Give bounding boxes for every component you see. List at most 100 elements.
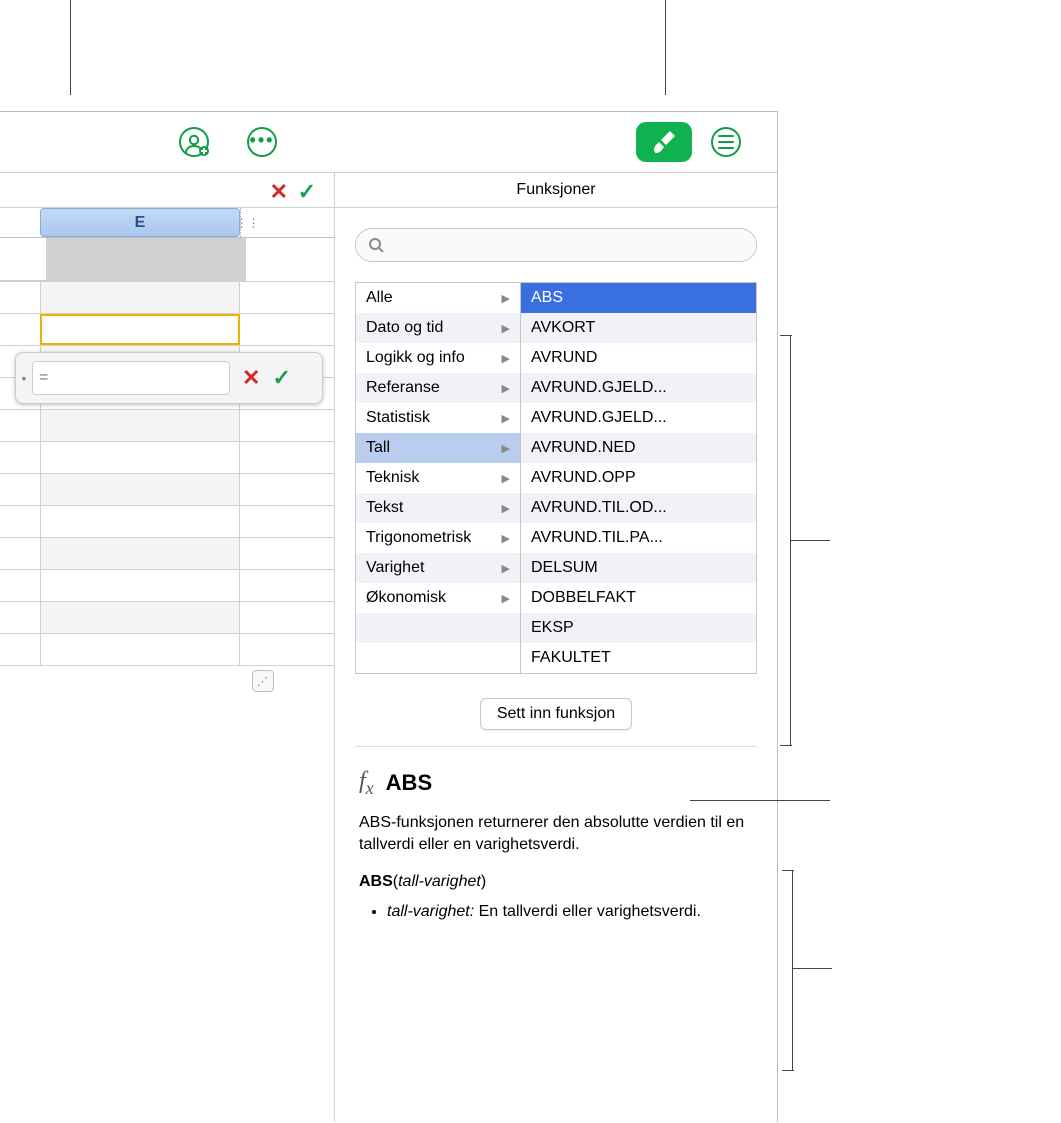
function-label: AVRUND.TIL.OD... (531, 499, 667, 517)
formula-prefix: = (39, 369, 48, 387)
function-item[interactable]: AVRUND (521, 343, 756, 373)
drag-handle-icon[interactable]: • (16, 370, 32, 386)
function-item[interactable]: DOBBELFAKT (521, 583, 756, 613)
function-label: AVRUND.OPP (531, 469, 636, 487)
category-item[interactable]: Trigonometrisk ▶ (356, 523, 520, 553)
help-argument: tall-varighet: En tallverdi eller varigh… (387, 901, 753, 923)
function-item[interactable]: AVKORT (521, 313, 756, 343)
column-resize-handle[interactable]: ⋮⋮ (240, 208, 254, 237)
category-item[interactable]: Dato og tid▶ (356, 313, 520, 343)
category-item[interactable]: Teknisk▶ (356, 463, 520, 493)
table-row[interactable] (0, 538, 334, 570)
function-label: AVRUND.GJELD... (531, 379, 667, 397)
function-item[interactable]: AVRUND.GJELD... (521, 403, 756, 433)
function-label: ABS (531, 289, 563, 307)
functions-search-input[interactable] (392, 237, 744, 254)
table-resize-handle[interactable]: ⋰ (252, 670, 274, 692)
chevron-right-icon: ▶ (502, 412, 510, 425)
collaborate-button[interactable] (178, 126, 210, 158)
callout-line-format-button (665, 0, 666, 95)
function-item[interactable]: AVRUND.TIL.PA... (521, 523, 756, 553)
table-row[interactable] (0, 282, 334, 314)
category-item[interactable]: Logikk og info▶ (356, 343, 520, 373)
formula-cancel-button[interactable]: ✕ (242, 365, 260, 391)
formula-bar-accept-button[interactable]: ✓ (298, 179, 316, 205)
function-label: AVRUND.TIL.PA... (531, 529, 663, 547)
table-row[interactable] (0, 602, 334, 634)
table-row[interactable] (0, 238, 334, 282)
table-row[interactable] (0, 506, 334, 538)
callout-line-formula-editor (70, 0, 71, 95)
search-icon (368, 237, 384, 253)
column-header-E[interactable]: E (40, 208, 240, 237)
function-label: DELSUM (531, 559, 598, 577)
category-label: Teknisk (366, 469, 419, 487)
callout-line (792, 870, 793, 1070)
more-button[interactable]: ••• (246, 126, 278, 158)
fx-icon: fx (359, 765, 374, 800)
category-item[interactable]: Tekst ▶ (356, 493, 520, 523)
help-argument-list: tall-varighet: En tallverdi eller varigh… (359, 901, 753, 923)
function-item[interactable]: ABS (521, 283, 756, 313)
formula-bar-cancel-button[interactable]: ✕ (270, 179, 288, 205)
function-label: DOBBELFAKT (531, 589, 636, 607)
function-item[interactable]: AVRUND.NED (521, 433, 756, 463)
category-label: Alle (366, 289, 393, 307)
function-item[interactable]: DELSUM (521, 553, 756, 583)
table-row[interactable] (0, 474, 334, 506)
function-label: AVRUND.GJELD... (531, 409, 667, 427)
collaborate-icon (179, 127, 209, 157)
formula-input[interactable]: = (32, 361, 230, 395)
function-label: AVKORT (531, 319, 595, 337)
table-row[interactable] (0, 410, 334, 442)
table-row-selected[interactable] (0, 314, 334, 346)
table-row[interactable] (0, 442, 334, 474)
function-list[interactable]: ABS AVKORT AVRUND AVRUND.GJELD... AVRUND.GJE… (520, 282, 757, 674)
category-label: Tekst (366, 499, 403, 517)
function-item[interactable]: AVRUND.OPP (521, 463, 756, 493)
category-label: Trigonometrisk (366, 529, 471, 547)
help-description: ABS-funksjonen returnerer den absolutte … (359, 812, 753, 855)
help-function-name: ABS (386, 768, 432, 798)
paintbrush-icon (651, 129, 677, 155)
category-item[interactable]: Referanse ▶ (356, 373, 520, 403)
body-split: ✕ ✓ E ⋮⋮ (0, 172, 777, 1122)
category-list[interactable]: Alle▶Dato og tid▶Logikk og info▶Referans… (355, 282, 520, 674)
callout-line (780, 745, 792, 746)
function-item[interactable]: FAKULTET (521, 643, 756, 673)
grid[interactable] (0, 238, 334, 666)
category-item[interactable]: Tall▶ (356, 433, 520, 463)
function-item[interactable]: AVRUND.TIL.OD... (521, 493, 756, 523)
chevron-right-icon: ▶ (502, 532, 510, 545)
column-header-row: E ⋮⋮ (0, 208, 334, 238)
category-item[interactable]: Økonomisk▶ (356, 583, 520, 613)
chevron-right-icon: ▶ (502, 562, 510, 575)
panel-toggle-button[interactable] (710, 126, 742, 158)
function-item[interactable]: AVRUND.GJELD... (521, 373, 756, 403)
formula-editor-popover[interactable]: • = ✕ ✓ (15, 352, 323, 404)
category-item[interactable]: Varighet▶ (356, 553, 520, 583)
format-paint-button[interactable] (636, 122, 692, 162)
category-label: Dato og tid (366, 319, 443, 337)
table-row[interactable] (0, 570, 334, 602)
callout-line (690, 800, 830, 801)
spreadsheet-area: ✕ ✓ E ⋮⋮ (0, 172, 335, 1122)
formula-accept-button[interactable]: ✓ (272, 365, 290, 391)
function-item[interactable]: EKSP (521, 613, 756, 643)
functions-search-field[interactable] (355, 228, 757, 262)
functions-panel-title: Funksjoner (335, 172, 777, 208)
category-label: Referanse (366, 379, 440, 397)
category-item[interactable]: Statistisk▶ (356, 403, 520, 433)
table-row[interactable] (0, 634, 334, 666)
chevron-right-icon: ▶ (502, 502, 510, 515)
column-header-label: E (135, 214, 146, 232)
functions-panel: Funksjoner Alle▶Dato og tid▶Logikk og in… (335, 172, 777, 1122)
insert-function-button[interactable]: Sett inn funksjon (480, 698, 632, 730)
function-label: AVRUND (531, 349, 597, 367)
callout-line (782, 1070, 794, 1071)
panel-icon (711, 127, 741, 157)
category-item[interactable]: Alle▶ (356, 283, 520, 313)
function-label: EKSP (531, 619, 574, 637)
chevron-right-icon: ▶ (502, 382, 510, 395)
function-lists: Alle▶Dato og tid▶Logikk og info▶Referans… (335, 282, 777, 674)
